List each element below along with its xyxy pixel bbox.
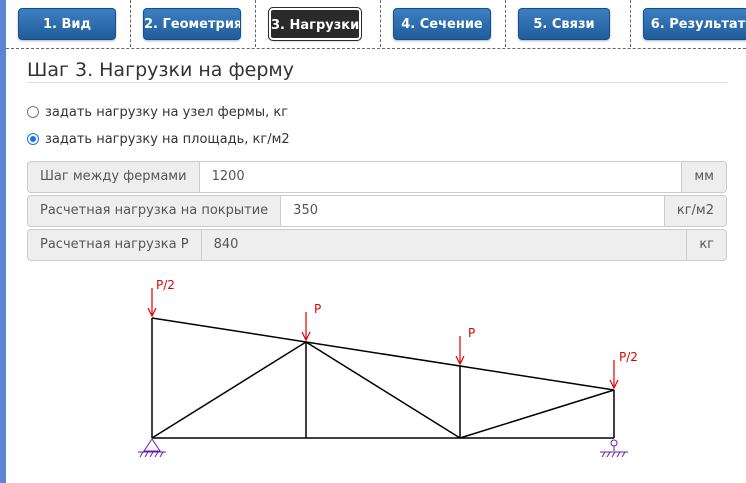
truss-spacing-input[interactable]: 1200 [199, 161, 682, 193]
tab-cell-loads: 3. Нагрузки [256, 0, 381, 47]
load-label-3: P [468, 326, 475, 340]
roof-load-group: Расчетная нагрузка на покрытие 350 кг/м2 [27, 195, 727, 227]
roof-load-input[interactable]: 350 [281, 195, 664, 227]
roof-load-unit: кг/м2 [663, 195, 727, 227]
truss-spacing-label: Шаг между фермами [27, 161, 200, 193]
tab-section[interactable]: 4. Сечение [393, 8, 491, 40]
tab-cell-section: 4. Сечение [381, 0, 506, 47]
load-labels: P/2 P P P/2 [156, 278, 638, 364]
diagonal-2 [305, 341, 461, 439]
tab-result[interactable]: 6. Результат [643, 8, 746, 40]
node-load-p-group: Расчетная нагрузка P 840 кг [27, 229, 727, 261]
page-title: Шаг 3. Нагрузки на ферму [27, 58, 727, 83]
tab-view[interactable]: 1. Вид [18, 8, 116, 40]
tab-loads[interactable]: 3. Нагрузки [268, 7, 362, 41]
tab-cell-view: 1. Вид [6, 0, 131, 47]
node-load-label: задать нагрузку на узел фермы, кг [45, 104, 289, 120]
node-load-p-unit: кг [686, 229, 727, 261]
load-label-4: P/2 [619, 350, 638, 364]
area-load-label: задать нагрузку на площадь, кг/м2 [45, 131, 290, 147]
node-load-p-output: 840 [201, 229, 687, 261]
tab-bracing[interactable]: 5. Связи [518, 8, 610, 40]
top-chord [151, 317, 615, 391]
node-load-radio[interactable] [27, 106, 39, 118]
roof-load-label: Расчетная нагрузка на покрытие [27, 195, 282, 227]
truss-spacing-unit: мм [681, 161, 727, 193]
diagonal-1 [151, 341, 307, 439]
tab-cell-geometry: 2. Геометрия [131, 0, 256, 47]
tab-cell-bracing: 5. Связи [506, 0, 631, 47]
load-label-2: P [314, 302, 321, 316]
tab-geometry[interactable]: 2. Геометрия [143, 8, 241, 40]
truss-spacing-group: Шаг между фермами 1200 мм [27, 161, 727, 193]
support-left-pinned-icon [138, 438, 166, 458]
load-label-1: P/2 [156, 278, 175, 292]
node-load-p-label: Расчетная нагрузка P [27, 229, 202, 261]
support-right-roller-icon [600, 439, 628, 458]
option-node-load[interactable]: задать нагрузку на узел фермы, кг [27, 102, 288, 122]
area-load-radio[interactable] [27, 133, 39, 145]
step-navigation: 1. Вид 2. Геометрия 3. Нагрузки 4. Сечен… [6, 0, 746, 49]
diagonal-3 [459, 389, 615, 439]
left-accent-bar [0, 0, 6, 483]
load-arrows [147, 288, 619, 390]
truss-members [151, 317, 615, 439]
option-area-load[interactable]: задать нагрузку на площадь, кг/м2 [27, 129, 290, 149]
tab-cell-result: 6. Результат [631, 0, 746, 47]
